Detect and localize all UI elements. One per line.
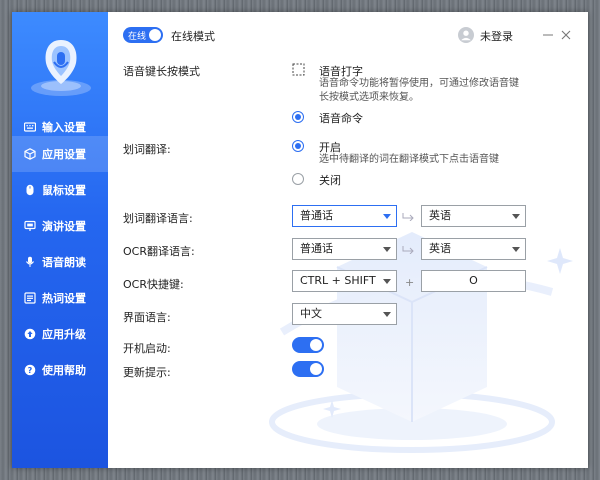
ocr-hotkey-key-input[interactable]: O: [421, 270, 526, 292]
startup-toggle[interactable]: [292, 337, 324, 353]
select-value: 普通话: [300, 209, 333, 222]
sidebar-item-help[interactable]: ? 使用帮助: [12, 352, 108, 388]
sidebar-item-label: 应用设置: [42, 148, 86, 161]
chevron-down-icon: [512, 214, 520, 219]
sidebar-item-mouse[interactable]: 鼠标设置: [12, 172, 108, 208]
microphone-icon: [26, 256, 34, 267]
ui-language-label: 界面语言:: [123, 311, 171, 324]
svg-text:?: ?: [28, 366, 33, 375]
mode-badge: 在线: [128, 32, 147, 42]
sidebar-item-upgrade[interactable]: 应用升级: [12, 316, 108, 352]
chevron-down-icon: [383, 214, 391, 219]
sidebar-item-label: 热词设置: [42, 292, 86, 305]
presentation-icon: [24, 220, 36, 231]
sidebar-item-presentation[interactable]: 演讲设置: [12, 208, 108, 244]
online-mode-toggle[interactable]: 在线: [123, 27, 163, 43]
voice-typing-desc: 语音命令功能将暂停使用，可通过修改语音键: [319, 78, 519, 89]
sidebar-item-label: 演讲设置: [42, 220, 86, 233]
login-status-link[interactable]: 未登录: [480, 28, 513, 44]
sidebar-item-hotwords[interactable]: 热词设置: [12, 280, 108, 316]
chevron-down-icon: [383, 247, 391, 252]
sidebar-item-label: 语音朗读: [42, 256, 86, 269]
select-value: 普通话: [300, 242, 333, 255]
voice-long-press-label: 语音键长按模式: [123, 65, 200, 78]
update-notice-toggle[interactable]: [292, 361, 324, 377]
user-avatar-icon[interactable]: [458, 27, 474, 43]
word-translate-label: 划词翻译:: [123, 143, 171, 156]
mode-label: 在线模式: [171, 30, 215, 43]
sidebar-item-app-settings[interactable]: 应用设置: [12, 136, 108, 172]
ocr-translate-from-select[interactable]: 普通话: [292, 238, 397, 260]
toggle-knob: [310, 363, 322, 375]
sidebar: 输入设置 应用设置 鼠标设置 演讲设置 语音朗读 热词设置 应用升级 ? 使用帮: [12, 12, 108, 468]
upgrade-icon: [24, 328, 36, 340]
sidebar-item-label: 使用帮助: [42, 364, 86, 377]
voice-command-radio[interactable]: [292, 111, 304, 123]
word-translate-to-select[interactable]: 英语: [421, 205, 526, 227]
ocr-translate-to-select[interactable]: 英语: [421, 238, 526, 260]
ocr-hotkey-modifier-select[interactable]: CTRL + SHIFT: [292, 270, 397, 292]
word-translate-off-option[interactable]: 关闭: [319, 172, 341, 188]
sidebar-item-voice-read[interactable]: 语音朗读: [12, 244, 108, 280]
sidebar-item-label: 应用升级: [42, 328, 86, 341]
word-translate-lang-label: 划词翻译语言:: [123, 212, 193, 225]
hotkey-plus: +: [405, 276, 415, 289]
select-value: 中文: [300, 307, 322, 320]
hotword-icon: [24, 292, 36, 304]
ocr-hotkey-label: OCR快捷键:: [123, 278, 184, 291]
select-value: 英语: [429, 242, 451, 255]
app-window: 输入设置 应用设置 鼠标设置 演讲设置 语音朗读 热词设置 应用升级 ? 使用帮: [12, 12, 588, 468]
select-value: CTRL + SHIFT: [300, 274, 376, 287]
chevron-down-icon: [512, 247, 520, 252]
update-notice-label: 更新提示:: [123, 366, 171, 379]
ui-language-select[interactable]: 中文: [292, 303, 397, 325]
chevron-down-icon: [383, 279, 391, 284]
word-translate-from-select[interactable]: 普通话: [292, 205, 397, 227]
voice-typing-checkbox-icon[interactable]: [292, 63, 305, 76]
help-icon: ?: [24, 364, 36, 376]
voice-command-option[interactable]: 语音命令: [319, 110, 363, 126]
sidebar-item-label: 输入设置: [42, 121, 86, 134]
sidebar-item-label: 鼠标设置: [42, 184, 86, 197]
toggle-knob: [149, 29, 161, 41]
word-translate-desc: 选中待翻译的词在翻译模式下点击语音键: [319, 154, 499, 165]
minimize-icon[interactable]: [543, 31, 553, 39]
cube-icon: [24, 148, 36, 160]
keyboard-icon: [24, 122, 36, 132]
app-logo-icon: [31, 40, 91, 96]
hotkey-key-value: O: [469, 274, 478, 287]
startup-label: 开机启动:: [123, 342, 171, 355]
arrow-right-icon: [402, 213, 414, 221]
chevron-down-icon: [383, 312, 391, 317]
mouse-icon: [26, 184, 34, 196]
word-translate-off-radio[interactable]: [292, 173, 304, 185]
word-translate-on-radio[interactable]: [292, 140, 304, 152]
toggle-knob: [310, 339, 322, 351]
arrow-right-icon: [402, 246, 414, 254]
voice-typing-desc-2: 长按模式选项来恢复。: [319, 92, 419, 103]
ocr-translate-lang-label: OCR翻译语言:: [123, 245, 195, 258]
close-icon[interactable]: [561, 30, 571, 40]
select-value: 英语: [429, 209, 451, 222]
